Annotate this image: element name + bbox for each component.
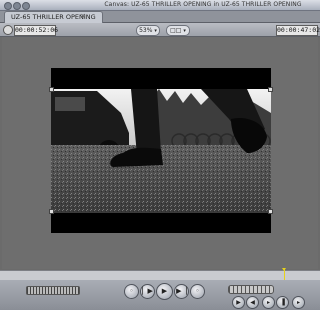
- jog-control[interactable]: [228, 285, 274, 294]
- match-frame-button[interactable]: ▐: [276, 296, 289, 309]
- chevron-down-icon: ▾: [154, 28, 157, 34]
- tab-bar: UZ-65 THRILLER OPENING ×: [0, 11, 320, 23]
- next-edit-button[interactable]: ▸: [292, 296, 305, 309]
- play-button[interactable]: ▶: [156, 283, 173, 300]
- minimize-window-button[interactable]: [13, 2, 21, 10]
- canvas-viewer[interactable]: [2, 37, 318, 269]
- play-around-button[interactable]: ▶▕: [174, 284, 189, 299]
- window-title: Canvas: UZ-65 THRILLER OPENING in UZ-65 …: [104, 1, 302, 8]
- chevron-down-icon: ▾: [183, 28, 186, 34]
- zoom-value: 53%: [139, 27, 153, 34]
- mark-in-button[interactable]: ◦: [190, 284, 205, 299]
- duration-field[interactable]: 00:00:52:06: [14, 25, 58, 36]
- close-window-button[interactable]: [4, 2, 12, 10]
- mark-out-point-button[interactable]: ◀: [246, 296, 259, 309]
- tab-sequence[interactable]: UZ-65 THRILLER OPENING: [4, 11, 103, 23]
- mark-in-point-button[interactable]: ▶: [232, 296, 245, 309]
- play-in-to-out-button[interactable]: ▏▶: [140, 284, 155, 299]
- shuttle-control[interactable]: [26, 286, 80, 295]
- close-icon[interactable]: ×: [80, 12, 86, 20]
- view-options-icon: □□: [170, 27, 182, 34]
- wireframe-handle[interactable]: [49, 87, 54, 92]
- current-timecode-field[interactable]: 00:00:47:02: [276, 25, 320, 36]
- canvas-toolbar: 00:00:52:06 53% ▾ □□ ▾ 00:00:47:02: [0, 23, 320, 37]
- clock-icon: [3, 25, 13, 35]
- video-frame[interactable]: [49, 68, 273, 233]
- transport-controls: ◦ ▏▶ ▶ ▶▕ ◦ ▶ ◀ ▸ ▐ ▸: [0, 280, 320, 310]
- title-bar[interactable]: Canvas: UZ-65 THRILLER OPENING in UZ-65 …: [0, 0, 320, 11]
- add-marker-button[interactable]: ▸: [262, 296, 275, 309]
- wireframe-handle[interactable]: [268, 87, 273, 92]
- mark-clip-button[interactable]: ◦: [124, 284, 139, 299]
- canvas-window: Canvas: UZ-65 THRILLER OPENING in UZ-65 …: [0, 0, 320, 310]
- zoom-window-button[interactable]: [22, 2, 30, 10]
- wireframe-handle[interactable]: [49, 209, 54, 214]
- view-options-popup[interactable]: □□ ▾: [166, 25, 190, 36]
- zoom-popup[interactable]: 53% ▾: [136, 25, 160, 36]
- video-image: [51, 89, 271, 213]
- wireframe-handle[interactable]: [268, 209, 273, 214]
